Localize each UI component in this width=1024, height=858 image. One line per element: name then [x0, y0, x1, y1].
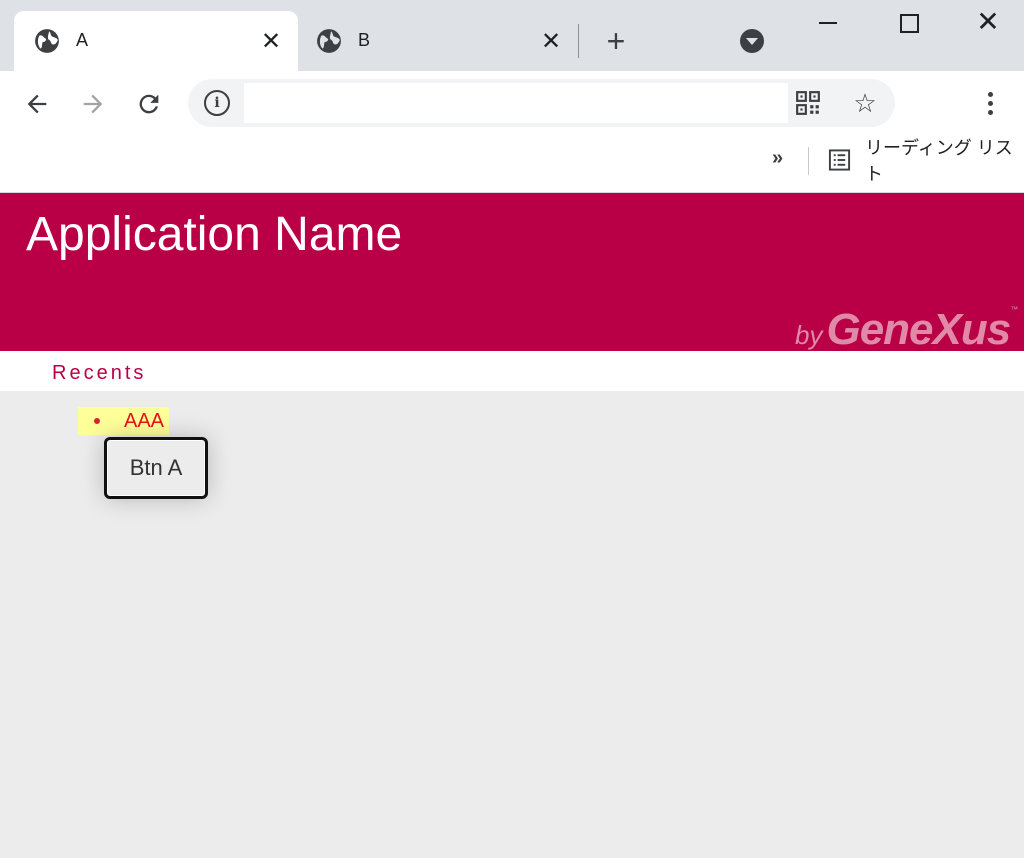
arrow-right-icon	[83, 94, 103, 114]
recents-label: Recents	[52, 362, 147, 384]
info-icon[interactable]: i	[204, 90, 230, 116]
bookmarks-bar: » リーディング リスト	[0, 135, 1024, 193]
globe-icon	[35, 29, 59, 53]
brand-by: by	[795, 320, 823, 350]
browser-toolbar: i ☆	[0, 71, 1024, 135]
reading-list-button[interactable]: リーディング リスト	[828, 138, 1024, 184]
brand-name: GeneXus	[826, 305, 1011, 354]
app-title: Application Name	[26, 208, 403, 261]
tab-search-icon[interactable]	[740, 29, 764, 53]
tab-b[interactable]: B ✕	[300, 11, 578, 71]
forward-button[interactable]	[76, 87, 110, 121]
tab-title: A	[76, 30, 89, 50]
reading-list-icon	[828, 149, 851, 171]
genexus-logo: byGeneXus™	[795, 305, 1018, 355]
recent-item-link[interactable]: AAA	[124, 410, 164, 433]
tab-close-icon[interactable]: ✕	[538, 28, 564, 55]
app-header: Application Name byGeneXus™	[0, 193, 1024, 354]
address-input[interactable]	[244, 83, 788, 123]
address-bar: i ☆	[188, 79, 895, 127]
reload-button[interactable]	[132, 87, 166, 121]
bookmarks-overflow-icon[interactable]: »	[772, 147, 783, 170]
reload-icon	[139, 94, 159, 114]
btn-a-button[interactable]: Btn A	[104, 437, 208, 499]
bookmarks-separator	[808, 147, 809, 175]
tab-title: B	[358, 30, 371, 50]
back-button[interactable]	[20, 87, 54, 121]
tab-close-icon[interactable]: ✕	[258, 28, 284, 55]
bookmark-star-icon[interactable]: ☆	[850, 88, 880, 118]
bullet-icon	[94, 418, 100, 424]
recent-item[interactable]: AAA	[78, 407, 169, 435]
minimize-button[interactable]	[808, 6, 848, 38]
tab-separator	[578, 24, 579, 58]
tab-strip: A ✕ B ✕ + ✕	[0, 0, 1024, 71]
globe-icon	[317, 29, 341, 53]
maximize-button[interactable]	[888, 6, 928, 38]
new-tab-button[interactable]: +	[600, 25, 632, 58]
qr-code-icon[interactable]	[795, 90, 821, 116]
recents-bar: Recents	[0, 351, 1024, 391]
brand-trademark: ™	[1010, 305, 1019, 314]
window-close-button[interactable]: ✕	[968, 6, 1008, 38]
main-content: AAA Btn A	[0, 391, 1024, 858]
reading-list-label: リーディング リスト	[865, 138, 1013, 184]
arrow-left-icon	[27, 94, 47, 114]
tab-a[interactable]: A ✕	[14, 11, 298, 71]
more-menu-icon[interactable]	[980, 89, 1000, 119]
